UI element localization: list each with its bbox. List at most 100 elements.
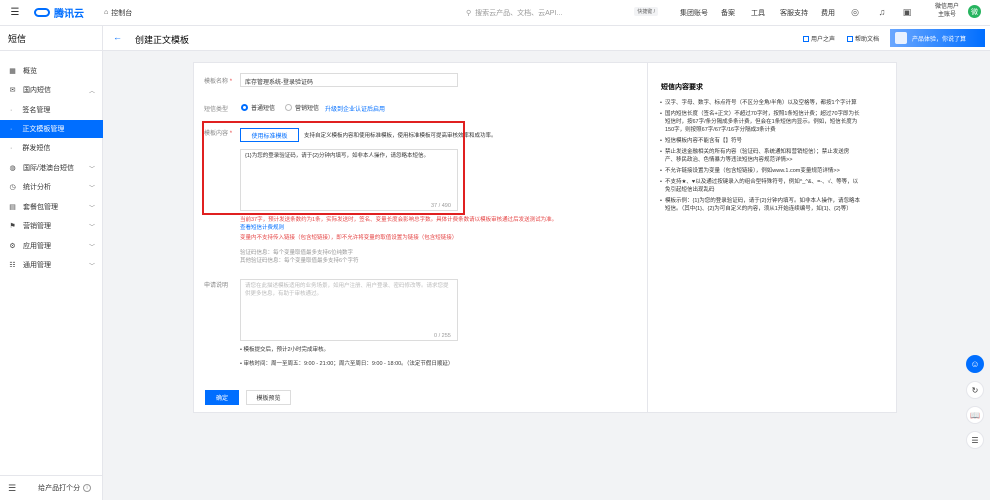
sidebar-item-label: 正文模板管理 [22,126,65,133]
home-icon: ⌂ [104,9,109,16]
bell-icon[interactable]: ♫ [876,6,888,18]
globe-icon: ◍ [9,165,16,172]
user-name: 微信用户 [934,4,959,10]
variable-link-warning: 变量内不支持传入链接（包含短链接），即不允许将变量的取值设置为链接（包含短链接） [240,235,458,241]
review-hours-note: • 审核时间：周一至周五：9:00 - 21:00；周六至周日：9:00 - 1… [240,361,454,367]
name-label: 模板名称 * [204,79,233,85]
chevron-up-icon: ︿ [88,88,95,95]
chevron-down-icon: ﹀ [88,224,95,231]
inbox-icon[interactable]: ▣ [901,6,913,18]
sidebar-item-label: 统计分析 [23,184,51,191]
sidebar-item-international[interactable]: ◍ 国际/港澳台短信 ﹀ [0,159,103,177]
sidebar-item-general[interactable]: ☷ 通用管理 ﹀ [0,256,103,274]
user-voice-label: 用户之声 [811,37,836,43]
sidebar-item-statistics[interactable]: ◷ 统计分析 ﹀ [0,178,103,196]
requirements-title: 短信内容要求 [661,84,703,91]
promo-banner[interactable]: 产品体验，你说了算 [890,29,985,47]
upgrade-link[interactable]: 升级到企业认证后启用 [325,104,385,113]
requirements-list: 汉字、字母、数字、标点符号（不区分全角/半角）以及空格等，都按1个字计算 国内短… [660,99,860,216]
requirement-item: 不支持★、♥以及通过按键录入的组合型特殊符号，例如^_^&、=-、√、等等，以免… [660,178,860,194]
search-shortcut: 快捷键 / [634,7,658,16]
menu-icon[interactable]: ☰ [0,0,30,26]
cloud-logo-icon [34,8,50,17]
radio-marketing-sms[interactable]: 营销短信 [285,103,319,112]
sidebar-item-label: 国际/港澳台短信 [23,165,74,172]
collapse-icon[interactable]: ☰ [8,483,16,494]
chevron-down-icon: ﹀ [88,185,95,192]
sidebar-item-apps[interactable]: ⚙ 应用管理 ﹀ [0,237,103,255]
type-label: 短信类型 [204,107,229,113]
variable-note-code: 验证码信息：每个变量取值最多支持6位纯数字 [240,250,354,256]
sidebar-item-label: 国内短信 [23,87,51,94]
length-warning: 当前37字，预计发送条数约为1条，实际发送时，签名、变量长度会影响总字数。具体计… [240,217,558,223]
review-time-note: • 模板提交后，预计2小时完成审核。 [240,347,330,353]
sidebar: 短信 ▦ 概览 ✉ 国内短信 ︿ · 签名管理 · 正文模板管理 · 群发短信 … [0,26,103,500]
sidebar-item-label: 套餐包管理 [23,204,58,211]
chevron-down-icon: ﹀ [88,166,95,173]
nav-billing[interactable]: 费用 [821,0,835,26]
search-input[interactable]: 搜索云产品、文档、云API... [475,8,562,18]
sidebar-item-bulk-send[interactable]: · 群发短信 [0,139,103,157]
search-icon: ⚲ [466,10,472,17]
user-voice-link[interactable]: 用户之声 [803,34,835,43]
chat-support-icon[interactable]: ☺ [966,355,984,373]
sidebar-item-label: 概览 [23,68,37,75]
requirement-item: 模板示例：{1}为您的登录验证码，请于{2}分钟内填写。如非本人操作，请忽略本短… [660,197,860,213]
radio-label: 营销短信 [295,106,320,112]
book-icon [847,35,853,42]
user-info[interactable]: 微信用户 主账号 [932,3,962,19]
sidebar-item-label: 签名管理 [22,107,51,114]
console-label: 控制台 [111,9,133,17]
sidebar-item-label: 营销管理 [23,223,51,230]
nav-filing[interactable]: 备案 [721,0,735,26]
feedback-link[interactable]: 给产品打个分 [38,483,80,493]
radio-normal-sms[interactable]: 普通短信 [241,103,275,112]
requirements-panel: 短信内容要求 汉字、字母、数字、标点符号（不区分全角/半角）以及空格等，都按1个… [647,62,897,413]
console-link[interactable]: ⌂ 控制台 [104,8,132,18]
list-icon[interactable]: ☰ [966,431,984,449]
apply-counter: 0 / 255 [434,333,451,339]
radio-checked-icon [241,104,248,111]
user-role: 主账号 [937,12,956,18]
chevron-down-icon: ﹀ [88,205,95,212]
chevron-down-icon: ﹀ [88,263,95,270]
sidebar-item-marketing[interactable]: ⚑ 营销管理 ﹀ [0,217,103,235]
sidebar-item-package[interactable]: ▤ 套餐包管理 ﹀ [0,198,103,216]
sidebar-item-signature[interactable]: · 签名管理 [0,101,103,119]
preview-button[interactable]: 模板预览 [246,390,291,405]
external-link-icon [803,35,809,42]
radio-unchecked-icon [285,104,292,111]
chevron-down-icon: ﹀ [88,244,95,251]
info-icon: i [83,484,92,492]
search-box[interactable]: ⚲ 搜索云产品、文档、云API... 快捷键 / [466,6,658,20]
variable-note-other: 其他验证码信息：每个变量取值最多支持6个字符 [240,258,359,264]
sidebar-item-template[interactable]: · 正文模板管理 [0,120,103,138]
sidebar-item-overview[interactable]: ▦ 概览 [0,62,103,80]
requirement-item: 短信模板内容不能含有【】符号 [660,137,860,145]
promo-illustration-icon [895,32,907,44]
requirement-item: 国内短信长度（签名+正文）不超过70字时，按照1条短信计费；超过70字即为长短信… [660,110,860,134]
nav-group-account[interactable]: 集团账号 [680,0,708,26]
logo-text: 腾讯云 [54,9,84,20]
package-icon: ▤ [9,204,16,211]
book-icon[interactable]: 📖 [966,406,984,424]
sidebar-footer: ☰ 给产品打个分 i [0,475,103,500]
submit-button[interactable]: 确定 [205,390,239,405]
sidebar-item-domestic-sms[interactable]: ✉ 国内短信 ︿ [0,81,103,99]
nav-tools[interactable]: 工具 [751,0,765,26]
nav-support[interactable]: 客服支持 [780,0,808,26]
help-doc-link[interactable]: 帮助文档 [847,34,879,43]
sidebar-title: 短信 [0,26,102,51]
avatar[interactable]: 微 [968,5,981,18]
compass-icon[interactable]: ◎ [849,6,861,18]
back-arrow-icon[interactable]: ← [113,32,122,42]
template-name-input[interactable]: 库存管理系统-登录验证码 [240,73,458,87]
highlight-box [202,121,465,215]
logo[interactable]: 腾讯云 [34,5,84,20]
apply-description-textarea[interactable]: 请您在此描述模板适用的业务场景，如用户注册、用户登录、密码修改等。请求您提供更多… [240,279,458,341]
apply-label: 申请说明 [204,283,229,289]
billing-rules-link[interactable]: 查看短信计费规则 [240,225,284,233]
requirement-item: 不允许链接设置为变量（包含短链接），例如www.1.com变量规范详情>> [660,167,860,175]
refresh-icon[interactable]: ↻ [966,381,984,399]
page-header: ← 创建正文模板 用户之声 帮助文档 产品体验，你说了算 [103,26,990,51]
